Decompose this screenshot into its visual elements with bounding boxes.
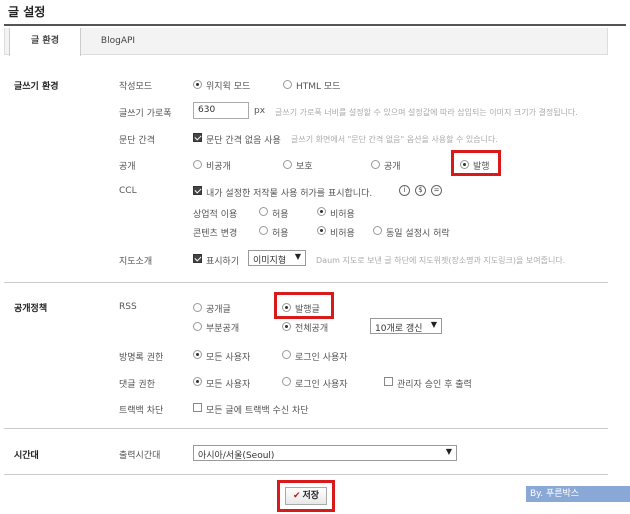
tab-writing-env[interactable]: 글 환경 (9, 28, 81, 56)
visibility-protected-label: 보호 (296, 162, 313, 172)
map-type-select[interactable]: 이미지형 ▼ (248, 250, 306, 266)
section-label-writing: 글쓰기 환경 (14, 82, 59, 92)
visibility-label: 공개 (119, 162, 136, 172)
rss-published-radio[interactable] (282, 303, 291, 312)
save-button-label: 저장 (302, 491, 320, 501)
ccl-modify-deny-radio[interactable] (317, 226, 326, 235)
rss-refresh-select[interactable]: 10개로 갱신 ▼ (370, 318, 442, 334)
paragraph-label: 문단 간격 (119, 136, 155, 146)
chevron-down-icon: ▼ (445, 447, 452, 456)
paragraph-checkbox-label: 문단 간격 없음 사용 (206, 136, 281, 146)
ccl-modify-allow-label: 허용 (272, 229, 289, 239)
guestbook-login-radio[interactable] (282, 350, 291, 359)
visibility-public-radio[interactable] (371, 160, 380, 169)
chevron-down-icon: ▼ (294, 252, 301, 261)
page-title: 글 설정 (8, 5, 46, 19)
ccl-modify-share-radio[interactable] (373, 226, 382, 235)
trackback-checkbox[interactable] (193, 403, 202, 412)
ccl-commercial-allow-radio[interactable] (259, 207, 268, 216)
cc-attribution-icon: i (399, 185, 410, 196)
rss-public-radio[interactable] (193, 303, 202, 312)
rss-full-label: 전체공개 (295, 324, 329, 334)
ccl-checkbox[interactable] (193, 186, 202, 195)
cc-noncommercial-icon: $ (415, 185, 426, 196)
watermark: By. 푸른박스 (526, 486, 630, 502)
mode-html-radio[interactable] (283, 80, 292, 89)
rss-partial-label: 부분공개 (206, 324, 240, 334)
trackback-checkbox-label: 모든 글에 트랙백 수신 차단 (206, 406, 309, 416)
section-label-policy: 공개정책 (14, 304, 48, 314)
map-label: 지도소개 (119, 257, 153, 267)
section-divider-3 (4, 474, 608, 475)
visibility-protected-radio[interactable] (283, 160, 292, 169)
cc-noderivs-icon: = (431, 185, 442, 196)
title-divider (4, 24, 626, 26)
section-divider-2 (4, 428, 608, 429)
rss-refresh-value: 10개로 갱신 (375, 324, 423, 334)
visibility-publish-label: 발행 (473, 162, 490, 172)
map-checkbox[interactable] (193, 254, 202, 263)
paragraph-checkbox[interactable] (193, 133, 202, 142)
rss-full-radio[interactable] (282, 322, 291, 331)
guestbook-all-label: 모든 사용자 (206, 353, 251, 363)
comment-all-radio[interactable] (193, 377, 202, 386)
ccl-modify-share-label: 동일 설정시 허락 (386, 229, 450, 239)
visibility-private-radio[interactable] (193, 160, 202, 169)
guestbook-login-label: 로그인 사용자 (295, 353, 348, 363)
chevron-down-icon: ▼ (430, 320, 437, 329)
mode-wysiwyg-label: 위지윅 모드 (206, 82, 251, 92)
comment-login-radio[interactable] (282, 377, 291, 386)
trackback-label: 트랙백 차단 (119, 406, 164, 416)
ccl-modify-deny-label: 비허용 (330, 229, 355, 239)
save-button[interactable]: ✔ 저장 (285, 487, 327, 505)
mode-html-label: HTML 모드 (296, 82, 341, 92)
timezone-select[interactable]: 아시아/서울(Seoul) ▼ (193, 445, 457, 461)
section-label-timezone: 시간대 (14, 451, 39, 461)
check-icon: ✔ (292, 491, 301, 501)
comment-login-label: 로그인 사용자 (295, 380, 348, 390)
comment-approval-label: 관리자 승인 후 출력 (397, 380, 472, 390)
rss-public-label: 공개글 (206, 305, 231, 315)
ccl-modify-allow-radio[interactable] (259, 226, 268, 235)
timezone-label: 출력시간대 (119, 451, 161, 461)
ccl-commercial-deny-label: 비허용 (330, 210, 355, 220)
comment-label: 댓글 권한 (119, 380, 155, 390)
tab-bar: 글 환경 BlogAPI (4, 28, 608, 56)
timezone-value: 아시아/서울(Seoul) (198, 451, 275, 461)
ccl-label: CCL (119, 186, 137, 196)
width-unit: px (254, 106, 266, 116)
visibility-publish-radio[interactable] (460, 160, 469, 169)
comment-all-label: 모든 사용자 (206, 380, 251, 390)
guestbook-all-radio[interactable] (193, 350, 202, 359)
rss-partial-radio[interactable] (193, 322, 202, 331)
width-input[interactable]: 630 (193, 102, 249, 119)
rss-label: RSS (119, 302, 137, 312)
ccl-checkbox-label: 내가 설정한 저작물 사용 허가를 표시합니다. (206, 189, 373, 199)
visibility-public-label: 공개 (384, 162, 401, 172)
tab-blogapi[interactable]: BlogAPI (83, 28, 153, 55)
guestbook-label: 방명록 권한 (119, 353, 164, 363)
paragraph-hint: 글쓰기 화면에서 "문단 간격 없음" 옵션을 사용할 수 있습니다. (291, 135, 498, 144)
map-hint: Daum 지도로 보낸 글 하단에 지도위젯(장소명과 지도링크)을 보여줍니다… (316, 256, 566, 265)
ccl-commercial-deny-radio[interactable] (317, 207, 326, 216)
rss-published-label: 발행글 (295, 305, 320, 315)
ccl-commercial-label: 상업적 이용 (193, 210, 238, 220)
mode-label: 작성모드 (119, 82, 153, 92)
map-checkbox-label: 표시하기 (206, 257, 240, 267)
visibility-private-label: 비공개 (206, 162, 231, 172)
comment-approval-checkbox[interactable] (384, 377, 393, 386)
ccl-modify-label: 콘텐츠 변경 (193, 229, 238, 239)
width-label: 글쓰기 가로폭 (119, 109, 172, 119)
ccl-commercial-allow-label: 허용 (272, 210, 289, 220)
section-divider-1 (4, 282, 608, 283)
mode-wysiwyg-radio[interactable] (193, 80, 202, 89)
map-type-value: 이미지형 (253, 256, 287, 266)
width-hint: 글쓰기 가로폭 너비를 설정할 수 있으며 설정값에 따라 삽입되는 이미지 크… (275, 108, 578, 117)
